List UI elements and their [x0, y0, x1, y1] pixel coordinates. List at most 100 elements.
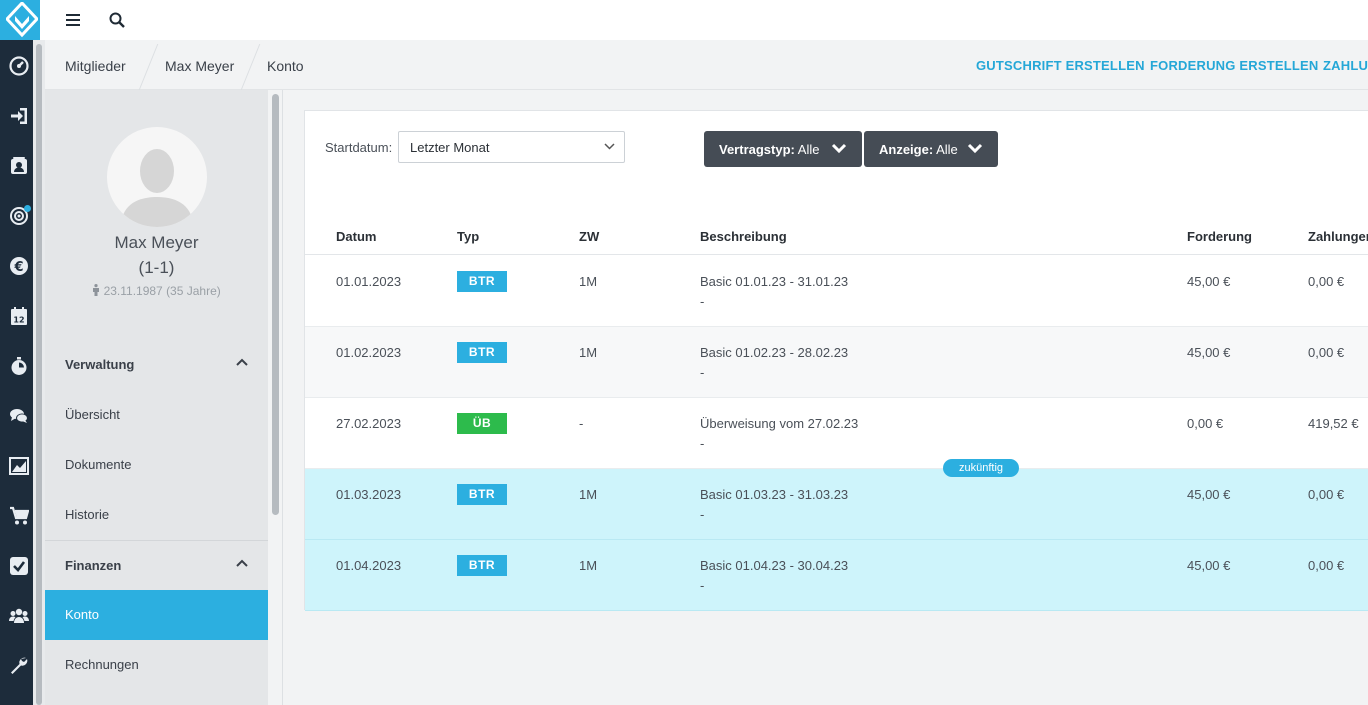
calendar-icon[interactable]: 12	[8, 305, 30, 327]
page-scrollbar[interactable]	[33, 40, 45, 705]
row-description: Überweisung vom 27.02.23	[700, 416, 859, 431]
row-claim: 45,00 €	[1187, 274, 1231, 289]
breadcrumb-item-mitglieder[interactable]: Mitglieder	[65, 58, 126, 74]
chevron-down-icon	[967, 143, 983, 154]
contract-type-text: Vertragstyp: Alle	[719, 142, 819, 157]
members-card-icon[interactable]	[8, 155, 30, 177]
nav-item-rechnungen[interactable]: Rechnungen	[45, 640, 268, 690]
nav-item-label: Übersicht	[65, 407, 120, 422]
row-description: Basic 01.01.23 - 31.01.23	[700, 274, 849, 289]
menu-icon[interactable]	[59, 6, 87, 34]
startdate-label: Startdatum:	[325, 140, 393, 155]
row-claim: 45,00 €	[1187, 558, 1231, 573]
cart-icon[interactable]	[8, 505, 30, 527]
future-divider-badge: zukünftig	[943, 459, 1019, 477]
row-payment: 0,00 €	[1308, 487, 1345, 502]
display-value: Alle	[936, 142, 958, 157]
search-icon[interactable]	[103, 6, 131, 34]
column-header-datum[interactable]: Datum	[336, 229, 376, 244]
row-date: 01.04.2023	[336, 558, 402, 573]
breadcrumb-separator	[138, 44, 159, 90]
create-payment-button[interactable]: ZAHLUN	[1323, 58, 1368, 73]
nav-item-historie[interactable]: Historie	[45, 490, 268, 540]
table-row-future[interactable]: 01.03.2023 BTR 1M Basic 01.03.23 - 31.03…	[305, 469, 1368, 540]
display-text: Anzeige: Alle	[879, 142, 958, 157]
row-payment: 0,00 €	[1308, 558, 1345, 573]
breadcrumb-item-member[interactable]: Max Meyer	[165, 58, 234, 74]
contract-type-value: Alle	[797, 142, 820, 157]
column-header-typ[interactable]: Typ	[457, 229, 479, 244]
sidebar-scrollbar[interactable]	[268, 90, 283, 705]
page-scrollbar-thumb[interactable]	[36, 44, 42, 705]
chevron-down-icon	[604, 143, 615, 150]
row-subdescription: -	[700, 365, 705, 380]
breadcrumb-separator	[240, 44, 261, 90]
row-claim: 45,00 €	[1187, 487, 1231, 502]
create-claim-button[interactable]: FORDERUNG ERSTELLEN	[1150, 58, 1318, 73]
row-subdescription: -	[700, 294, 705, 309]
nav-item-label: Dokumente	[65, 457, 132, 472]
column-header-forderung[interactable]: Forderung	[1187, 229, 1252, 244]
member-birthdate: 23.11.1987 (35 Jahre)	[45, 284, 268, 298]
type-badge: BTR	[457, 484, 507, 505]
chevron-up-icon	[236, 559, 248, 567]
table-row[interactable]: 27.02.2023 ÜB - Überweisung vom 27.02.23…	[305, 398, 1368, 469]
table-row-future[interactable]: 01.04.2023 BTR 1M Basic 01.04.23 - 30.04…	[305, 540, 1368, 611]
top-bar	[40, 0, 1368, 40]
column-header-zw[interactable]: ZW	[579, 229, 599, 244]
row-description: Basic 01.03.23 - 31.03.23	[700, 487, 849, 502]
nav-item-konto[interactable]: Konto	[45, 590, 268, 640]
person-icon	[93, 284, 100, 296]
group-icon[interactable]	[8, 605, 30, 627]
nav-item-dokumente[interactable]: Dokumente	[45, 440, 268, 490]
login-icon[interactable]	[8, 105, 30, 127]
row-date: 01.02.2023	[336, 345, 402, 360]
euro-icon[interactable]: €	[8, 255, 30, 277]
checkbox-icon[interactable]	[8, 555, 30, 577]
sidebar-scrollbar-thumb[interactable]	[272, 94, 279, 515]
row-zw: -	[579, 416, 584, 431]
column-header-beschreibung[interactable]: Beschreibung	[700, 229, 787, 244]
member-number: (1-1)	[138, 258, 175, 277]
row-subdescription: -	[700, 507, 705, 522]
nav-section-verwaltung-label: Verwaltung	[65, 357, 135, 372]
account-card: Startdatum: Letzter Monat Vertragstyp: A…	[304, 110, 1368, 611]
chart-icon[interactable]	[8, 455, 30, 477]
dashboard-icon[interactable]	[8, 55, 30, 77]
nav-section-finanzen-label: Finanzen	[65, 558, 122, 573]
type-badge: ÜB	[457, 413, 507, 434]
stopwatch-icon[interactable]	[8, 355, 30, 377]
row-description: Basic 01.02.23 - 28.02.23	[700, 345, 849, 360]
chat-icon[interactable]	[8, 405, 30, 427]
type-badge: BTR	[457, 555, 507, 576]
nav-section-finanzen[interactable]: Finanzen	[45, 541, 268, 591]
type-badge: BTR	[457, 342, 507, 363]
row-claim: 45,00 €	[1187, 345, 1231, 360]
row-zw: 1M	[579, 558, 598, 573]
row-payment: 0,00 €	[1308, 274, 1345, 289]
chevron-down-icon	[831, 143, 847, 154]
logo-icon	[6, 2, 38, 38]
row-payment: 0,00 €	[1308, 345, 1345, 360]
table-row[interactable]: 01.02.2023 BTR 1M Basic 01.02.23 - 28.02…	[305, 327, 1368, 398]
nav-item-uebersicht[interactable]: Übersicht	[45, 390, 268, 440]
member-name: Max Meyer	[114, 233, 199, 252]
wrench-icon[interactable]	[8, 655, 30, 677]
calendar-icon-day: 12	[13, 316, 24, 325]
nav-item-label: Konto	[65, 607, 99, 622]
row-subdescription: -	[700, 578, 705, 593]
avatar	[107, 127, 207, 227]
startdate-select[interactable]: Letzter Monat	[398, 131, 625, 163]
breadcrumb-item-konto: Konto	[267, 58, 304, 74]
column-header-zahlungen[interactable]: Zahlunger	[1308, 229, 1368, 244]
create-credit-button[interactable]: GUTSCHRIFT ERSTELLEN	[976, 58, 1145, 73]
table-header: Datum Typ ZW Beschreibung Forderung Zahl…	[305, 219, 1368, 255]
nav-section-verwaltung[interactable]: Verwaltung	[45, 340, 268, 390]
table-row[interactable]: 01.01.2023 BTR 1M Basic 01.01.23 - 31.01…	[305, 256, 1368, 327]
row-date: 27.02.2023	[336, 416, 402, 431]
nav-item-label: Rechnungen	[65, 657, 139, 672]
display-dropdown[interactable]: Anzeige: Alle	[864, 131, 998, 167]
app-logo[interactable]	[0, 0, 44, 40]
avatar-placeholder-icon	[121, 149, 193, 227]
contract-type-dropdown[interactable]: Vertragstyp: Alle	[704, 131, 862, 167]
